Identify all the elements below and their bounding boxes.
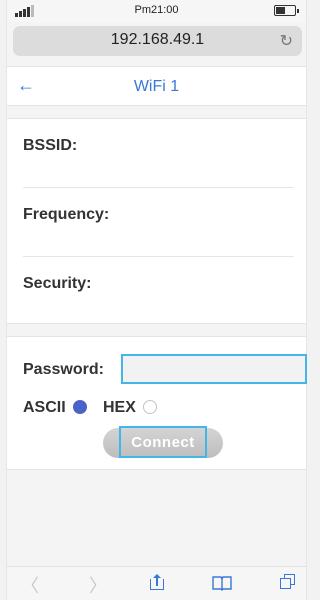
security-label: Security: [23, 275, 92, 292]
network-info-section: BSSID: Frequency: Security: [7, 118, 306, 324]
browser-forward-icon[interactable]: 〉 [89, 572, 107, 598]
bssid-label: BSSID: [23, 137, 78, 154]
hex-label: HEX [103, 399, 136, 416]
browser-frame: Pm21:00 192.168.49.1 ↻ ← WiFi 1 BSSID: F… [6, 0, 307, 600]
bookmarks-icon[interactable] [212, 575, 232, 591]
ascii-radio[interactable] [73, 400, 87, 414]
browser-back-icon[interactable]: 〈 [21, 572, 39, 598]
tabs-icon[interactable] [280, 574, 296, 590]
browser-toolbar: 〈 〉 [7, 566, 306, 600]
reload-icon[interactable]: ↻ [280, 31, 293, 51]
password-section: Password: ASCII HEX Connect [7, 336, 307, 470]
frequency-label: Frequency: [23, 206, 110, 223]
hex-radio[interactable] [143, 400, 157, 414]
url-text[interactable]: 192.168.49.1 [13, 31, 302, 49]
status-bar: Pm21:00 [7, 0, 306, 22]
password-input[interactable] [121, 354, 307, 384]
address-bar[interactable]: 192.168.49.1 ↻ [13, 26, 302, 56]
page-title: WiFi 1 [133, 78, 180, 95]
frequency-row: Frequency: [7, 188, 306, 256]
security-row: Security: [7, 257, 306, 325]
status-time: Pm21:00 [134, 4, 179, 16]
hex-option[interactable]: HEX [103, 399, 173, 421]
ascii-label: ASCII [23, 399, 66, 416]
bssid-row: BSSID: [7, 119, 306, 187]
password-label: Password: [23, 361, 104, 378]
ascii-option[interactable]: ASCII [23, 399, 93, 421]
share-icon[interactable] [150, 574, 164, 590]
connect-button[interactable]: Connect [119, 426, 207, 458]
battery-icon [274, 5, 299, 16]
page-header: ← WiFi 1 [7, 66, 306, 106]
